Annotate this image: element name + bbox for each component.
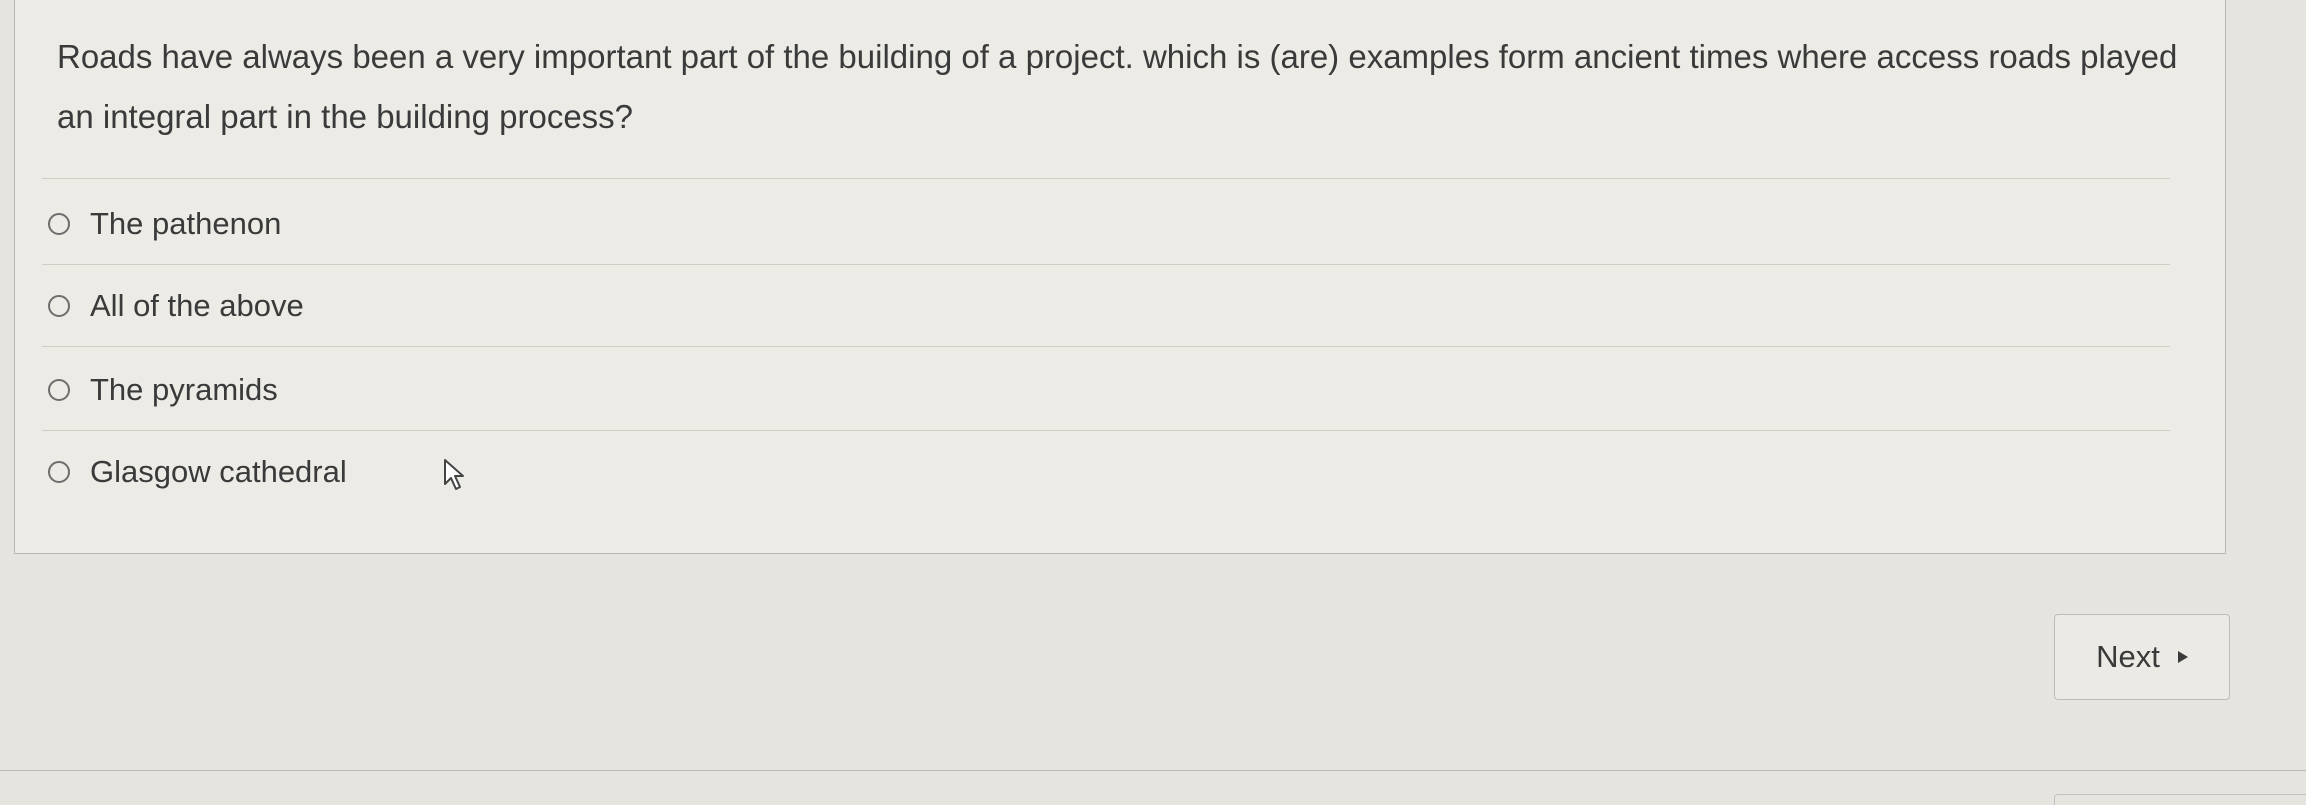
bottom-panel-edge xyxy=(2054,794,2306,805)
next-button[interactable]: Next xyxy=(2054,614,2230,700)
question-text: Roads have always been a very important … xyxy=(57,38,2178,135)
radio-button[interactable] xyxy=(48,213,70,235)
option-divider xyxy=(42,264,2170,265)
radio-button[interactable] xyxy=(48,379,70,401)
radio-button[interactable] xyxy=(48,295,70,317)
option-glasgow-cathedral[interactable]: Glasgow cathedral xyxy=(48,442,347,502)
radio-button[interactable] xyxy=(48,461,70,483)
triangle-right-icon xyxy=(2177,651,2188,663)
option-label: Glasgow cathedral xyxy=(90,454,347,489)
option-the-pyramids[interactable]: The pyramids xyxy=(48,360,278,420)
footer-divider xyxy=(0,770,2306,771)
mouse-pointer-icon xyxy=(444,459,464,490)
option-divider xyxy=(42,178,2170,179)
option-label: The pathenon xyxy=(90,206,282,241)
option-label: All of the above xyxy=(90,288,304,323)
option-label: The pyramids xyxy=(90,372,278,407)
option-all-of-the-above[interactable]: All of the above xyxy=(48,276,304,336)
option-divider xyxy=(42,346,2170,347)
next-button-label: Next xyxy=(2096,639,2160,674)
option-divider xyxy=(42,430,2170,431)
option-the-pathenon[interactable]: The pathenon xyxy=(48,194,281,254)
